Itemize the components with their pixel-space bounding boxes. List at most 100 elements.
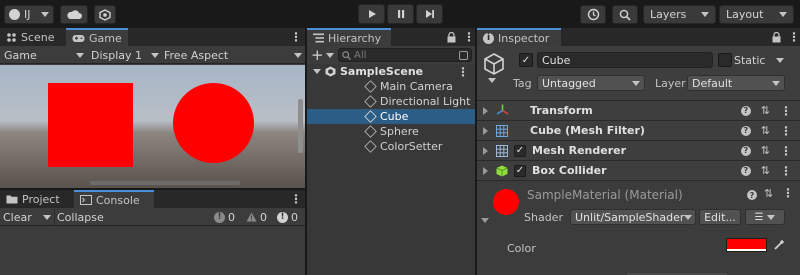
tab-project[interactable]: Project — [0, 190, 70, 208]
active-checkbox[interactable]: ✓ — [519, 53, 533, 67]
chevron-down-icon — [151, 52, 159, 58]
preset-icon[interactable]: ⇅ — [761, 124, 770, 137]
edit-shader-button[interactable]: Edit... — [699, 209, 741, 225]
material-section: SampleMaterial (Material) ? ⇅ ⋮ Shader U… — [477, 180, 800, 275]
shader-value: Unlit/SampleShader — [575, 210, 685, 224]
tag-label: Tag — [513, 77, 532, 90]
preset-icon[interactable]: ⇅ — [764, 187, 773, 200]
component-transform[interactable]: Transform ? ⇅ ⋮ — [477, 100, 800, 120]
help-icon[interactable]: ? — [740, 125, 751, 136]
mesh-grid-icon — [496, 124, 508, 137]
chevron-down-icon — [325, 52, 334, 58]
object-header: ✓ Cube Static Tag Untagged Layer Default — [477, 46, 800, 100]
panel-divider — [305, 28, 307, 275]
viewport-hscrollbar[interactable] — [90, 181, 240, 185]
unity-scene-icon — [325, 66, 336, 77]
collapse-button[interactable]: Collapse — [54, 209, 106, 225]
tab-console[interactable]: Console — [74, 190, 154, 208]
error-toggle[interactable]: ! 0 — [277, 209, 304, 225]
layer-dropdown[interactable]: Default — [687, 75, 785, 91]
preset-icon[interactable]: ⇅ — [761, 164, 770, 177]
lock-icon[interactable] — [447, 32, 456, 43]
inspector-tabbar: i Inspector ⋮ — [477, 28, 800, 46]
aspect-dropdown[interactable]: Free Aspect — [164, 47, 302, 63]
shader-options-button[interactable]: ☰ — [745, 209, 785, 225]
pause-icon — [397, 10, 404, 18]
chevron-down-icon — [41, 12, 49, 17]
play-button[interactable] — [358, 4, 385, 24]
create-button[interactable]: + — [311, 47, 335, 63]
component-mesh-renderer[interactable]: ✓ Mesh Renderer ? ⇅ ⋮ — [477, 140, 800, 160]
hierarchy-item-cube[interactable]: Cube — [307, 109, 475, 124]
component-mesh-filter[interactable]: Cube (Mesh Filter) ? ⇅ ⋮ — [477, 120, 800, 140]
scene-menu-icon[interactable]: ⋮ — [457, 65, 469, 79]
step-button[interactable] — [416, 4, 443, 24]
info-toggle[interactable]: ! 0 — [214, 209, 241, 225]
viewport-scrollbar[interactable] — [298, 99, 303, 153]
panel-menu-icon[interactable]: ⋮ — [788, 30, 800, 44]
preset-icon[interactable]: ⇅ — [761, 144, 770, 157]
eyedropper-icon[interactable] — [773, 239, 785, 251]
search-filter-icon[interactable] — [459, 50, 468, 60]
tag-dropdown[interactable]: Untagged — [537, 75, 645, 91]
component-box-collider[interactable]: ✓ Box Collider ? ⇅ ⋮ — [477, 160, 800, 180]
info-icon: i — [483, 32, 494, 44]
shader-dropdown[interactable]: Unlit/SampleShader — [570, 209, 696, 225]
gamepad-icon — [72, 34, 85, 42]
tab-scene[interactable]: Scene — [0, 28, 62, 46]
hierarchy-search[interactable]: All — [338, 48, 472, 62]
scene-root[interactable]: SampleScene ⋮ — [307, 64, 475, 79]
panel-menu-icon[interactable]: ⋮ — [290, 192, 302, 206]
clear-button[interactable]: Clear — [3, 209, 51, 225]
hierarchy-item-sphere[interactable]: Sphere — [307, 124, 475, 139]
static-checkbox[interactable] — [718, 53, 732, 67]
component-enabled-checkbox[interactable]: ✓ — [514, 164, 526, 177]
game-viewport[interactable] — [0, 65, 305, 188]
game-panel: Scene Game ⋮ Game Display 1 Free Aspect — [0, 28, 305, 188]
component-enabled-checkbox[interactable]: ✓ — [514, 144, 526, 157]
mesh-renderer-icon — [496, 144, 508, 157]
hierarchy-item-colorsetter[interactable]: ColorSetter — [307, 139, 475, 154]
help-icon[interactable]: ? — [740, 105, 751, 116]
material-title: SampleMaterial (Material) — [527, 188, 683, 202]
component-menu-icon[interactable]: ⋮ — [780, 164, 792, 178]
color-swatch-field[interactable] — [726, 238, 767, 252]
help-icon[interactable]: ? — [740, 165, 751, 176]
lock-icon[interactable] — [772, 32, 781, 43]
expand-arrow-icon[interactable] — [483, 126, 488, 135]
tab-hierarchy[interactable]: Hierarchy — [307, 28, 391, 46]
pause-button[interactable] — [387, 4, 414, 24]
account-button[interactable]: IJ — [4, 5, 54, 24]
static-chevron-icon[interactable] — [776, 58, 784, 63]
help-icon[interactable]: ? — [747, 190, 757, 200]
layers-dropdown[interactable]: Layers — [643, 5, 716, 24]
warning-toggle[interactable]: 0 — [246, 209, 273, 225]
panel-menu-icon[interactable]: ⋮ — [290, 30, 302, 44]
search-button[interactable] — [612, 5, 638, 24]
cloud-button[interactable] — [60, 5, 88, 24]
object-name-field[interactable]: Cube — [537, 52, 713, 68]
hierarchy-item-directional-light[interactable]: Directional Light — [307, 94, 475, 109]
tab-game[interactable]: Game — [66, 28, 128, 46]
expand-arrow-icon[interactable] — [483, 146, 488, 155]
history-button[interactable] — [580, 5, 606, 24]
material-foldout-icon[interactable] — [481, 218, 489, 223]
expand-arrow-icon[interactable] — [483, 106, 488, 115]
expand-arrow-icon[interactable] — [313, 69, 321, 74]
panel-menu-icon[interactable]: ⋮ — [463, 30, 475, 44]
hierarchy-item-main-camera[interactable]: Main Camera — [307, 79, 475, 94]
component-menu-icon[interactable]: ⋮ — [780, 104, 792, 118]
material-menu-icon[interactable]: ⋮ — [782, 186, 794, 200]
component-menu-icon[interactable]: ⋮ — [780, 144, 792, 158]
layout-dropdown[interactable]: Layout — [719, 5, 794, 24]
preset-icon[interactable]: ⇅ — [761, 104, 770, 117]
tab-inspector[interactable]: i Inspector — [477, 28, 561, 46]
game-dropdown[interactable]: Game — [4, 47, 84, 63]
console-toolbar: Clear Collapse ! 0 0 ! 0 — [0, 208, 305, 226]
help-icon[interactable]: ? — [740, 145, 751, 156]
collab-button[interactable] — [94, 5, 116, 24]
display-dropdown[interactable]: Display 1 — [91, 47, 159, 63]
component-menu-icon[interactable]: ⋮ — [780, 124, 792, 138]
icon-picker-chevron[interactable] — [488, 78, 496, 83]
expand-arrow-icon[interactable] — [483, 166, 488, 175]
